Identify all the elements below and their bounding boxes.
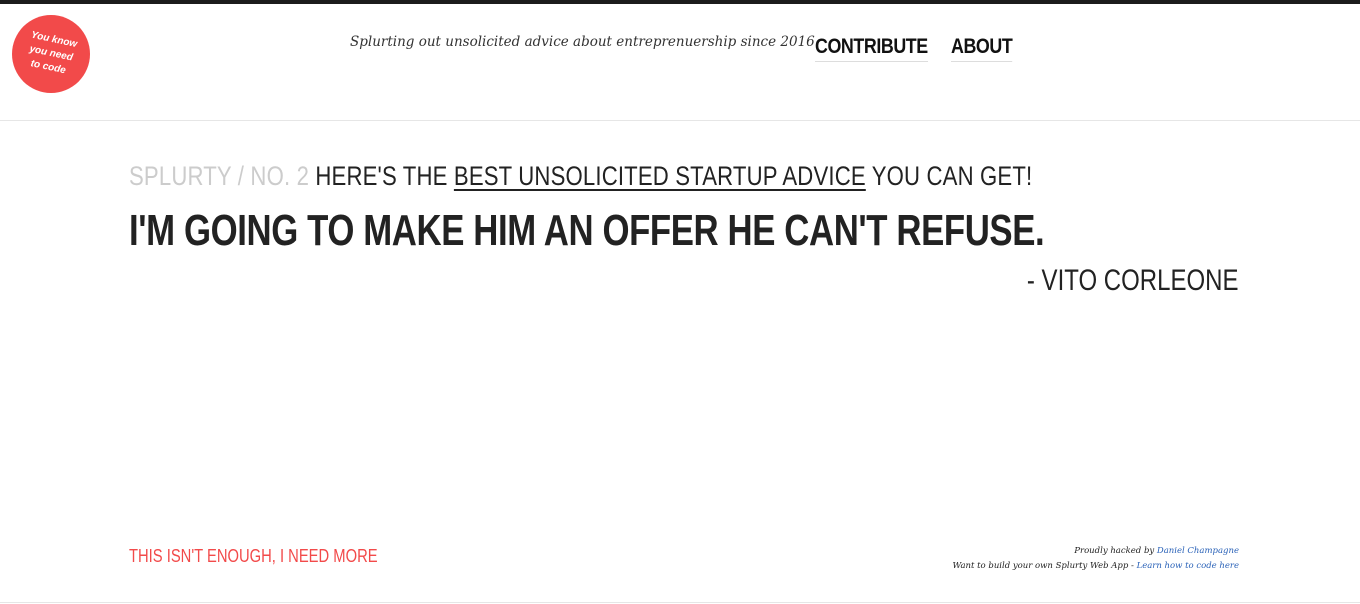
author-link[interactable]: Daniel Champagne (1157, 546, 1239, 556)
footer-divider (0, 602, 1360, 603)
more-advice-link[interactable]: THIS ISN'T ENOUGH, I NEED MORE (129, 546, 378, 567)
intro-text-before: HERE'S THE (315, 161, 448, 191)
nav-about-link[interactable]: ABOUT (950, 35, 1012, 62)
quote-author: - VITO CORLEONE (1026, 264, 1238, 297)
main-nav: CONTRIBUTE ABOUT (815, 35, 1023, 62)
intro-text-after: YOU CAN GET! (871, 161, 1033, 191)
splurty-number-label: SPLURTY / NO. 2 (129, 161, 310, 191)
splurty-subtitle: SPLURTY / NO. 2 HERE'S THE BEST UNSOLICI… (129, 161, 1032, 192)
hacked-by-text: Proudly hacked by (1074, 546, 1155, 556)
startup-advice-link[interactable]: BEST UNSOLICITED STARTUP ADVICE (454, 161, 866, 191)
logo-badge[interactable]: You know you need to code (12, 15, 90, 93)
build-text: Want to build your own Splurty Web App - (952, 561, 1134, 571)
logo-text: You know you need to code (28, 29, 79, 77)
learn-to-code-link[interactable]: Learn how to code here (1137, 561, 1239, 571)
hacked-by-line: Proudly hacked by Daniel Champagne (952, 544, 1239, 559)
advice-quote: I'M GOING TO MAKE HIM AN OFFER HE CAN'T … (129, 206, 1045, 255)
site-tagline: Splurting out unsolicited advice about e… (350, 34, 815, 50)
nav-contribute-link[interactable]: CONTRIBUTE (815, 35, 928, 62)
build-line: Want to build your own Splurty Web App -… (952, 559, 1239, 574)
site-header: You know you need to code Splurting out … (0, 4, 1360, 121)
credits-block: Proudly hacked by Daniel Champagne Want … (952, 544, 1239, 574)
